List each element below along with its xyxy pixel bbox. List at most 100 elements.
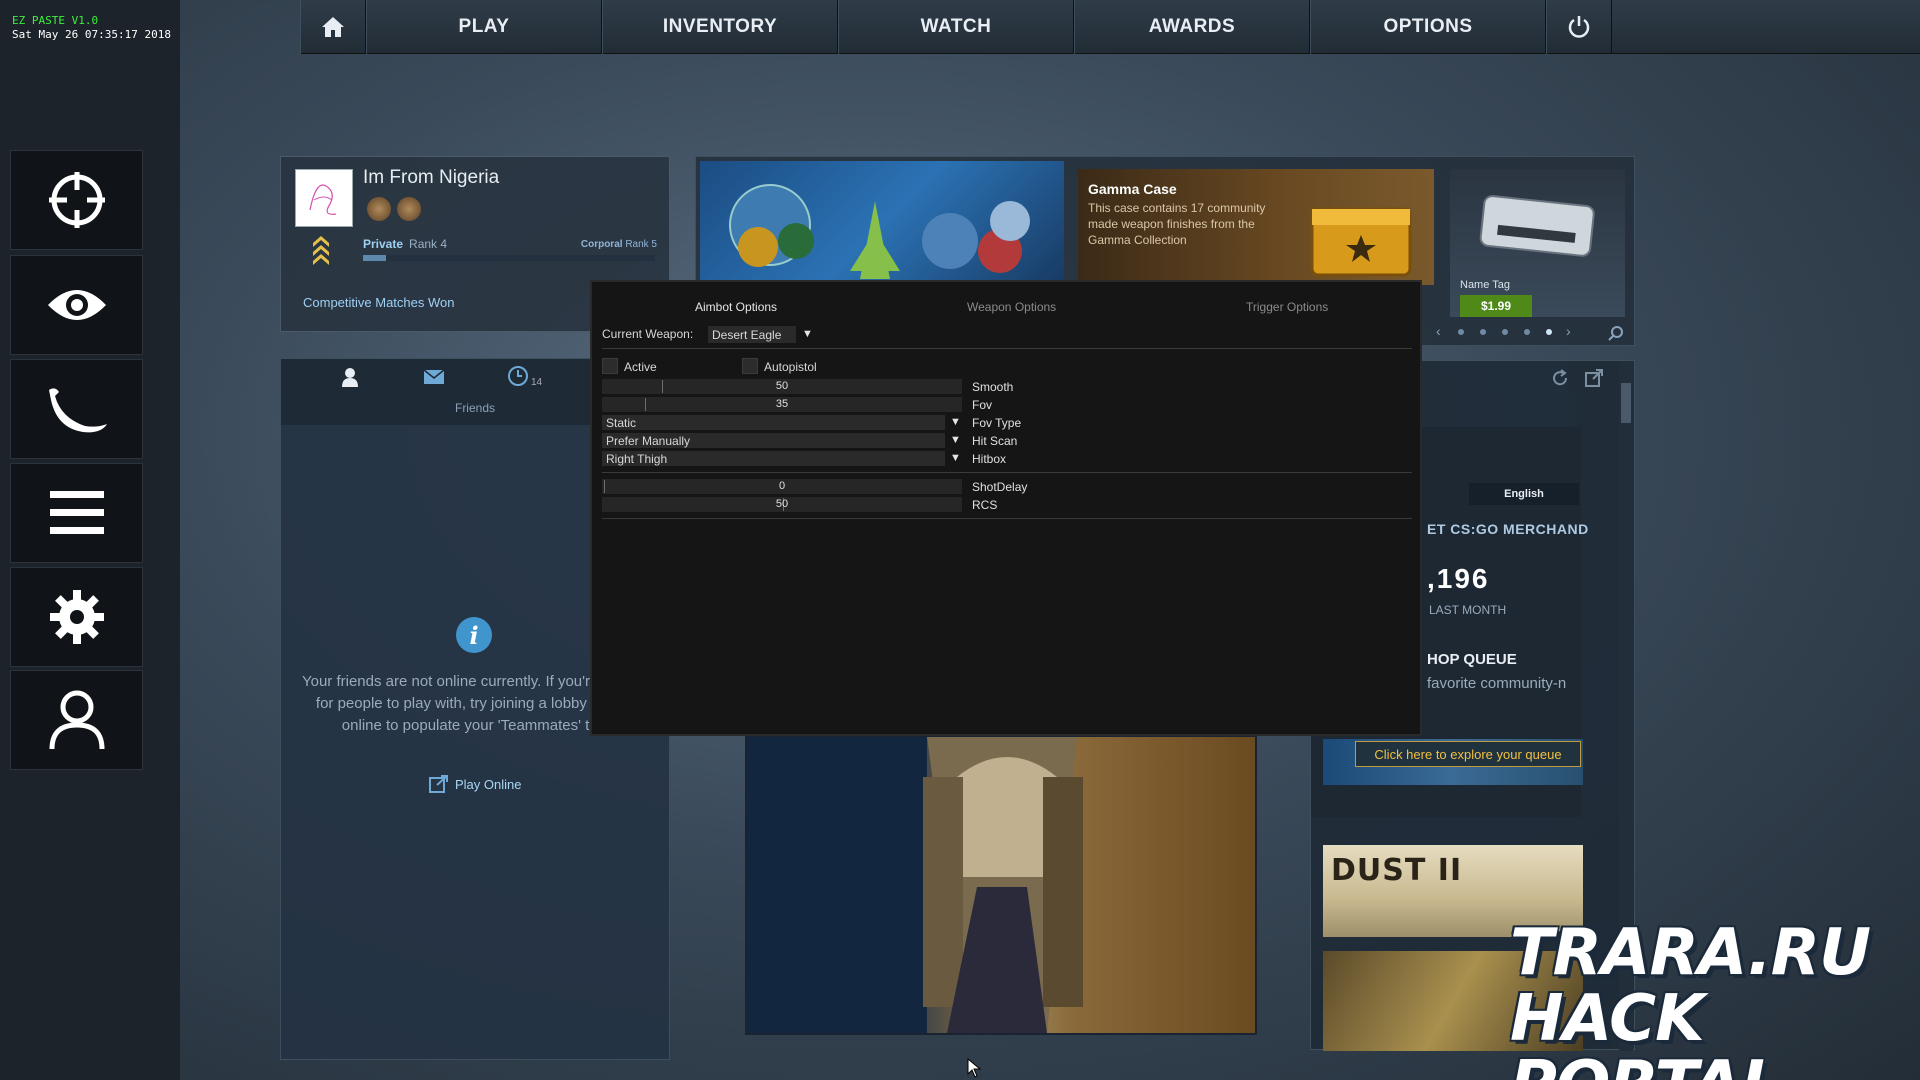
crosshair-icon [48, 172, 105, 228]
external-link-icon [429, 775, 448, 793]
nav-play[interactable]: PLAY [366, 0, 602, 54]
autopistol-checkbox[interactable] [742, 358, 758, 374]
sidebar-inventory-button[interactable] [10, 359, 143, 459]
medal-icon [367, 197, 391, 221]
divider [602, 348, 1412, 349]
shotdelay-slider[interactable]: 0 [602, 479, 962, 494]
sidebar-settings-button[interactable] [10, 567, 143, 667]
gamma-case-banner[interactable]: Gamma Case This case contains 17 communi… [1078, 169, 1434, 285]
name-tag-icon [1479, 195, 1595, 257]
cheat-title: EZ PASTE V1.0 [12, 14, 99, 27]
shop-queue-text: favorite community-n [1427, 675, 1567, 692]
active-label: Active [624, 360, 657, 374]
popout-icon[interactable] [1585, 369, 1603, 387]
sidebar-profile-button[interactable] [10, 670, 143, 770]
fov-type-select[interactable]: Static [602, 415, 945, 430]
page-dot-active[interactable] [1546, 329, 1552, 335]
power-icon [1568, 16, 1590, 38]
hitbox-label: Hitbox [972, 452, 1007, 466]
sidebar-menu-button[interactable] [10, 463, 143, 563]
home-icon [322, 17, 344, 37]
sidebar-play-button[interactable] [10, 150, 143, 250]
cheat-datetime: Sat May 26 07:35:17 2018 [12, 28, 171, 41]
smooth-slider[interactable]: 50 [602, 379, 962, 394]
tab-weapon-options[interactable]: Weapon Options [967, 300, 1056, 314]
sticker-capsule-banner[interactable] [700, 161, 1064, 285]
divider [602, 472, 1412, 473]
scrollbar-thumb[interactable] [1621, 383, 1631, 423]
chevron-right-icon[interactable]: › [1566, 323, 1571, 339]
autopistol-label: Autopistol [764, 360, 817, 374]
name-tag-label: Name Tag [1460, 279, 1510, 291]
dust2-title: DUST II [1331, 853, 1463, 888]
banner-pagination: ‹ › [1436, 323, 1636, 341]
map-scene [747, 737, 1083, 1033]
top-navigation: PLAY INVENTORY WATCH AWARDS OPTIONS [300, 0, 1920, 54]
chevron-down-icon[interactable]: ▼ [950, 434, 961, 446]
avatar[interactable] [295, 169, 353, 227]
left-sidebar [0, 0, 180, 1080]
friends-tab-icon[interactable] [341, 367, 359, 387]
sticker-capsule-art [729, 184, 1030, 279]
nav-awards[interactable]: AWARDS [1074, 0, 1310, 54]
power-button[interactable] [1546, 0, 1612, 54]
page-dot[interactable] [1502, 329, 1508, 335]
language-select[interactable]: English [1469, 483, 1579, 505]
fov-value: 35 [775, 398, 789, 410]
history-icon[interactable] [507, 365, 529, 387]
nav-inventory[interactable]: INVENTORY [602, 0, 838, 54]
home-button[interactable] [300, 0, 366, 54]
chevron-down-icon[interactable]: ▼ [802, 328, 813, 340]
chevron-down-icon[interactable]: ▼ [950, 416, 961, 428]
mouse-cursor-icon [967, 1058, 981, 1078]
competitive-matches-won[interactable]: Competitive Matches Won [303, 295, 455, 310]
current-weapon-label: Current Weapon: [602, 327, 694, 341]
nav-watch[interactable]: WATCH [838, 0, 1074, 54]
user-icon [49, 690, 104, 750]
rcs-label: RCS [972, 498, 998, 512]
explore-queue-button[interactable]: Click here to explore your queue [1355, 741, 1581, 767]
search-icon[interactable] [1608, 325, 1624, 341]
play-online-label: Play Online [455, 776, 522, 792]
nav-options[interactable]: OPTIONS [1310, 0, 1546, 54]
fov-slider[interactable]: 35 [602, 397, 962, 412]
next-rank-name: Corporal [580, 239, 623, 250]
rank-chevron-icon [313, 236, 329, 265]
eye-icon [47, 290, 106, 320]
rank-name: Private [363, 237, 404, 251]
hit-scan-label: Hit Scan [972, 434, 1018, 448]
name-tag-banner[interactable]: Name Tag $1.99 [1450, 169, 1625, 317]
chevron-down-icon[interactable]: ▼ [950, 452, 961, 464]
xp-bar [363, 255, 655, 261]
merch-heading: ET CS:GO MERCHAND [1427, 521, 1589, 537]
case-icon [1310, 207, 1412, 277]
info-icon: i [456, 617, 492, 653]
play-online-link[interactable]: Play Online [429, 775, 521, 793]
case-description: This case contains 17 community made wea… [1088, 201, 1266, 247]
sidebar-watch-button[interactable] [10, 255, 143, 355]
coin-icon [397, 197, 421, 221]
smooth-value: 50 [775, 380, 789, 392]
hit-scan-select[interactable]: Prefer Manually [602, 433, 945, 448]
news-controls [1491, 367, 1611, 389]
tab-trigger-options[interactable]: Trigger Options [1246, 300, 1328, 314]
page-dot[interactable] [1524, 329, 1530, 335]
menu-icon [49, 491, 104, 534]
current-weapon-select[interactable]: Desert Eagle [708, 326, 796, 343]
shotdelay-label: ShotDelay [972, 480, 1028, 494]
player-name: Im From Nigeria [363, 167, 500, 188]
page-dot[interactable] [1458, 329, 1464, 335]
refresh-icon[interactable] [1551, 369, 1569, 387]
active-checkbox[interactable] [602, 358, 618, 374]
mail-icon[interactable] [423, 369, 445, 385]
history-count: 14 [531, 377, 543, 388]
cheat-menu-window: Aimbot Options Weapon Options Trigger Op… [590, 280, 1422, 736]
hitbox-select[interactable]: Right Thigh [602, 451, 945, 466]
name-tag-price[interactable]: $1.99 [1460, 295, 1532, 317]
rcs-value: 50 [775, 498, 789, 510]
chevron-left-icon[interactable]: ‹ [1436, 323, 1441, 339]
rcs-slider[interactable]: 50 [602, 497, 962, 512]
shop-queue-heading: HOP QUEUE [1427, 651, 1517, 668]
tab-aimbot-options[interactable]: Aimbot Options [695, 300, 777, 314]
page-dot[interactable] [1480, 329, 1486, 335]
